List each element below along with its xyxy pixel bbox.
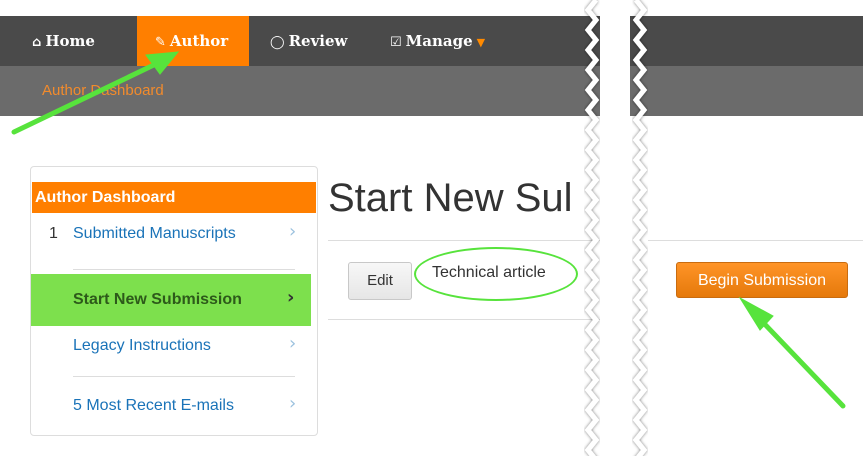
torn-edge-right bbox=[632, 0, 648, 456]
torn-edge-line bbox=[632, 0, 648, 456]
arrow-to-begin bbox=[738, 296, 846, 409]
annotation-overlay bbox=[11, 0, 846, 456]
torn-edge-left bbox=[584, 0, 600, 456]
torn-edge-line bbox=[584, 0, 600, 456]
arrow-to-author bbox=[11, 51, 180, 135]
